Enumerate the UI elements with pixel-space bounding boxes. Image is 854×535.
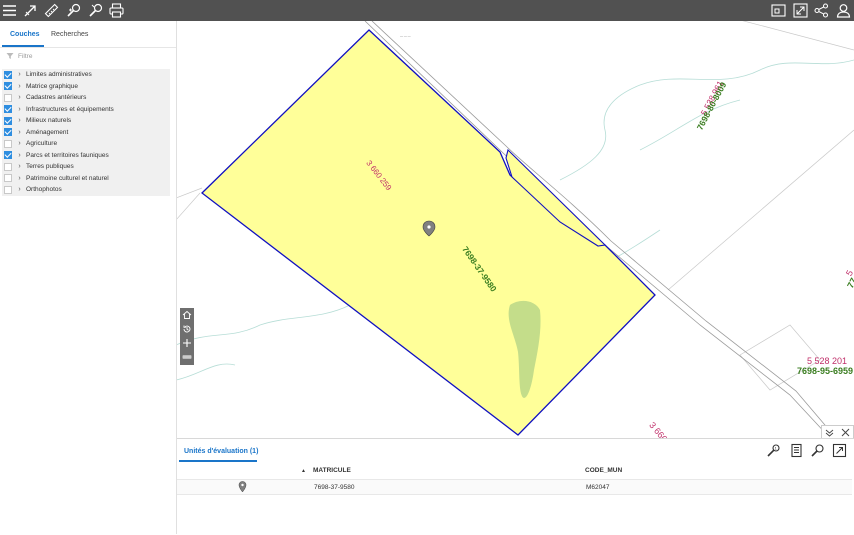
road-label: — — — bbox=[400, 34, 411, 38]
layer-label: Matrice graphique bbox=[26, 82, 79, 90]
layer-checkbox[interactable] bbox=[4, 185, 12, 194]
layer-checkbox[interactable] bbox=[4, 151, 12, 159]
layers-panel: Couches Recherches Filtre › Limites admin… bbox=[0, 21, 177, 534]
layer-checkbox[interactable] bbox=[4, 139, 12, 148]
map-canvas[interactable]: — — — 3 660 259 7698-37-9580 5 538 961 7… bbox=[177, 21, 854, 438]
layer-label: Milieux naturels bbox=[26, 117, 72, 124]
identify-select-icon[interactable]: 1 bbox=[765, 442, 781, 458]
legend-icon[interactable] bbox=[770, 2, 787, 19]
filter-placeholder: Filtre bbox=[18, 52, 33, 60]
layer-checkbox[interactable] bbox=[4, 174, 12, 182]
home-icon[interactable] bbox=[180, 308, 194, 322]
layer-checkbox[interactable] bbox=[4, 128, 12, 136]
chevron-right-icon[interactable]: › bbox=[15, 106, 24, 113]
chevron-right-icon[interactable]: › bbox=[15, 152, 24, 159]
chevron-right-icon[interactable]: › bbox=[15, 186, 24, 193]
e-lot-label: 5 528 201 bbox=[807, 356, 848, 366]
layer-label: Parcs et territoires fauniques bbox=[26, 151, 109, 159]
layer-label: Limites administratives bbox=[26, 71, 92, 78]
layer-item[interactable]: › Milieux naturels bbox=[2, 115, 170, 126]
share-icon[interactable] bbox=[813, 2, 830, 19]
results-panel: Unités d'évaluation (1) ▲ MATRICULE CODE… bbox=[177, 438, 854, 535]
panel-toggle bbox=[821, 425, 854, 439]
identify-icon[interactable] bbox=[65, 2, 82, 19]
ruler-icon[interactable] bbox=[43, 2, 60, 19]
measure-arrow-icon[interactable] bbox=[22, 2, 39, 19]
layer-label: Agriculture bbox=[26, 140, 58, 147]
map-nav-controls bbox=[180, 308, 194, 365]
active-tab-indicator bbox=[179, 460, 257, 462]
cell-code-mun: M62047 bbox=[586, 484, 610, 491]
layer-checkbox[interactable] bbox=[4, 82, 12, 90]
chevron-right-icon[interactable]: › bbox=[15, 175, 24, 182]
layer-label: Cadastres antérieurs bbox=[26, 94, 87, 101]
edit-identify-icon[interactable] bbox=[87, 2, 104, 19]
table-row[interactable]: 7698-37-9580 M62047 bbox=[177, 479, 852, 495]
layer-item[interactable]: › Cadastres antérieurs bbox=[2, 92, 170, 103]
chevron-right-icon[interactable]: › bbox=[15, 140, 24, 147]
chevron-right-icon[interactable]: › bbox=[15, 71, 24, 78]
e-matricule-label: 7698-95-6959 bbox=[797, 366, 854, 376]
collapse-chevron-icon[interactable] bbox=[825, 429, 834, 437]
layer-list: › Limites administratives › Matrice graphi… bbox=[2, 69, 170, 196]
layer-item[interactable]: › Parcs et territoires fauniques bbox=[2, 150, 170, 161]
layer-label: Infrastructures et équipements bbox=[26, 105, 114, 113]
tab-unites-evaluation[interactable]: Unités d'évaluation (1) bbox=[184, 448, 258, 455]
layer-label: Orthophotos bbox=[26, 186, 62, 193]
panel-tabs: Couches Recherches bbox=[0, 21, 176, 48]
layer-item[interactable]: › Patrimoine culturel et naturel bbox=[2, 173, 170, 184]
column-header-code-mun[interactable]: CODE_MUN bbox=[585, 467, 622, 474]
fullscreen-icon[interactable] bbox=[792, 2, 809, 19]
svg-text:1: 1 bbox=[774, 445, 777, 450]
cell-matricule: 7698-37-9580 bbox=[314, 484, 355, 491]
layer-item[interactable]: › Orthophotos bbox=[2, 184, 170, 195]
active-tab-indicator bbox=[2, 45, 44, 47]
layer-checkbox[interactable] bbox=[4, 162, 12, 171]
tab-recherches[interactable]: Recherches bbox=[51, 31, 88, 38]
layer-checkbox[interactable] bbox=[4, 116, 12, 125]
chevron-right-icon[interactable]: › bbox=[15, 94, 24, 101]
filter-field[interactable]: Filtre bbox=[6, 52, 32, 60]
layer-checkbox[interactable] bbox=[4, 93, 12, 102]
chevron-right-icon[interactable]: › bbox=[15, 83, 24, 90]
layer-item[interactable]: › Agriculture bbox=[2, 138, 170, 149]
history-icon[interactable] bbox=[180, 322, 194, 336]
layer-item[interactable]: › Matrice graphique bbox=[2, 81, 170, 92]
top-toolbar bbox=[0, 0, 854, 21]
filter-icon bbox=[6, 53, 14, 59]
close-icon[interactable] bbox=[841, 428, 850, 437]
chevron-right-icon[interactable]: › bbox=[15, 117, 24, 124]
layer-label: Patrimoine culturel et naturel bbox=[26, 174, 109, 182]
report-icon[interactable] bbox=[788, 442, 804, 458]
menu-icon[interactable] bbox=[1, 2, 18, 19]
tab-couches[interactable]: Couches bbox=[10, 31, 40, 38]
layer-item[interactable]: › Infrastructures et équipements bbox=[2, 104, 170, 115]
layer-checkbox[interactable] bbox=[4, 70, 12, 79]
user-icon[interactable] bbox=[835, 2, 852, 19]
zoom-out-icon[interactable] bbox=[180, 350, 194, 364]
row-location-marker-icon[interactable] bbox=[238, 481, 247, 493]
sort-indicator[interactable]: ▲ bbox=[301, 468, 306, 474]
layer-item[interactable]: › Aménagement bbox=[2, 127, 170, 138]
zoom-in-icon[interactable] bbox=[180, 336, 194, 350]
print-icon[interactable] bbox=[108, 2, 125, 19]
layer-item[interactable]: › Terres publiques bbox=[2, 161, 170, 172]
layer-item[interactable]: › Limites administratives bbox=[2, 69, 170, 80]
layer-label: Terres publiques bbox=[26, 163, 74, 170]
zoom-to-icon[interactable] bbox=[809, 442, 825, 458]
export-icon[interactable] bbox=[831, 442, 847, 458]
map-svg[interactable]: — — — bbox=[177, 21, 854, 438]
chevron-right-icon[interactable]: › bbox=[15, 129, 24, 136]
column-header-matricule[interactable]: MATRICULE bbox=[313, 467, 351, 474]
chevron-right-icon[interactable]: › bbox=[15, 163, 24, 170]
layer-checkbox[interactable] bbox=[4, 105, 12, 113]
layer-label: Aménagement bbox=[26, 128, 69, 136]
